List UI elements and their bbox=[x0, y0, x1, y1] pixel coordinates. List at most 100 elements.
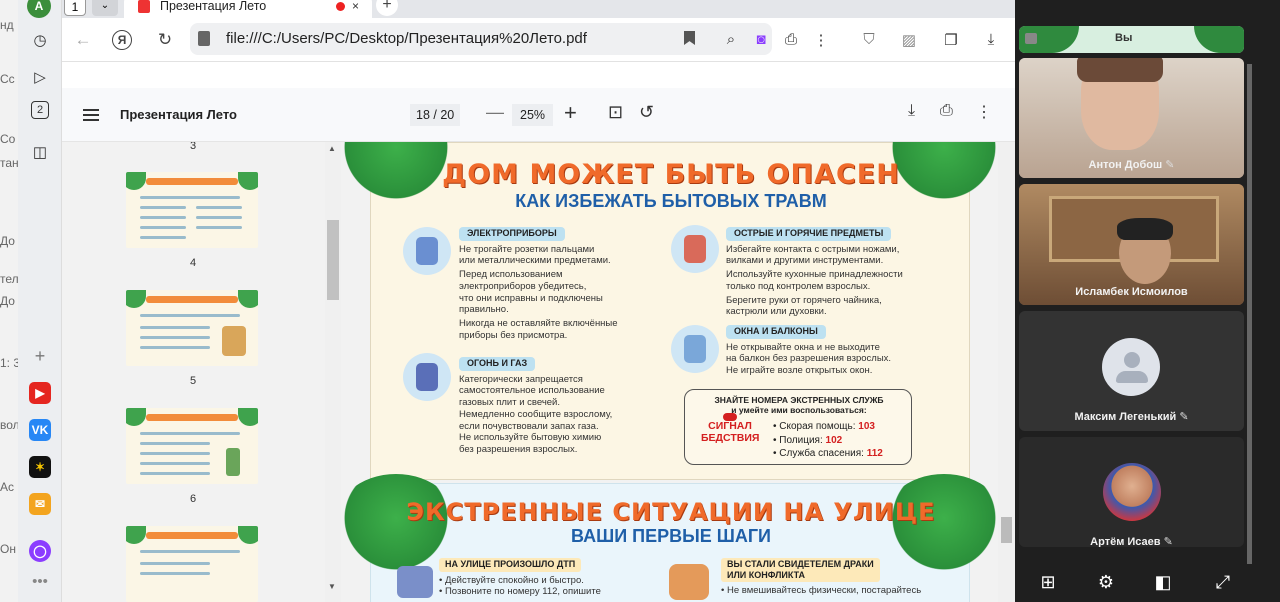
section-line: Не трогайте розетки пальцами bbox=[459, 243, 595, 255]
history-icon[interactable]: ◷ bbox=[27, 27, 53, 53]
search-icon[interactable]: ⌕ bbox=[720, 31, 742, 48]
new-tab-button[interactable]: + bbox=[376, 0, 398, 16]
tab-bar: 1 ⌄ Презентация Лето × + bbox=[62, 0, 1015, 18]
thumb-title-bar bbox=[146, 178, 238, 185]
download-icon[interactable]: ⤓ bbox=[908, 102, 915, 120]
thumbnail-page-6[interactable] bbox=[126, 526, 258, 602]
section-line: Используйте кухонные принадлежности bbox=[726, 269, 903, 281]
play-icon[interactable]: ▷ bbox=[27, 64, 53, 90]
participant-tile[interactable]: Исламбек Исмоилов bbox=[1019, 184, 1244, 305]
thumb-title-bar bbox=[146, 296, 238, 303]
fit-page-icon[interactable]: ⊡ bbox=[608, 102, 623, 123]
menu-dots-icon[interactable]: ⋮ bbox=[810, 31, 832, 49]
thumb-line bbox=[196, 216, 242, 219]
participants-scrollbar[interactable] bbox=[1247, 64, 1252, 564]
scrollbar-thumb[interactable] bbox=[327, 220, 339, 300]
address-bar: ← Я ↻ file:///C:/Users/PC/Desktop/Презен… bbox=[62, 18, 1015, 62]
scrollbar-thumb[interactable] bbox=[1001, 517, 1012, 543]
rotate-icon[interactable]: ↺ bbox=[639, 102, 654, 123]
collections-icon[interactable]: ❐ bbox=[940, 31, 962, 49]
zoom-level[interactable]: 25% bbox=[512, 104, 554, 126]
layout-icon[interactable]: ◧ bbox=[1152, 572, 1174, 593]
heading-line: ИЛИ КОНФЛИКТА bbox=[727, 570, 806, 580]
alice-chat-icon[interactable]: ◙ bbox=[750, 31, 772, 48]
tabs-counter-icon[interactable]: 2 bbox=[31, 101, 49, 119]
background-text: Он bbox=[0, 542, 16, 556]
shared-screen-tile[interactable]: Вы bbox=[1019, 26, 1244, 53]
thumbnail-page-4[interactable] bbox=[126, 290, 258, 366]
section-fire-gas: ОГОНЬ И ГАЗ Категорически запрещается са… bbox=[459, 357, 669, 456]
service-number: 102 bbox=[825, 434, 843, 446]
print-icon[interactable]: ⎙ bbox=[780, 31, 802, 48]
section-line: • Позвоните по номеру 112, опишите bbox=[439, 586, 601, 598]
section-heading: ОСТРЫЕ И ГОРЯЧИЕ ПРЕДМЕТЫ bbox=[726, 227, 892, 241]
background-text: тан bbox=[0, 156, 18, 170]
extension-icon[interactable]: ▨ bbox=[898, 31, 920, 49]
settings-gear-icon[interactable]: ⚙ bbox=[1095, 572, 1117, 593]
pdf-page-area[interactable]: ДОМ МОЖЕТ БЫТЬ ОПАСЕН КАК ИЗБЕЖАТЬ БЫТОВ… bbox=[342, 142, 1015, 602]
participant-tile[interactable]: Максим Легенький ✎ bbox=[1019, 311, 1244, 431]
thumb-line bbox=[140, 562, 210, 565]
scroll-down-icon[interactable]: ▼ bbox=[328, 582, 336, 591]
participant-name: Антон Добош ✎ bbox=[1019, 158, 1244, 171]
tab-presentation[interactable]: Презентация Лето × bbox=[124, 0, 372, 18]
youtube-icon[interactable]: ▶ bbox=[29, 382, 51, 404]
profile-avatar[interactable]: А bbox=[27, 0, 51, 18]
list-item: • Скорая помощь: 103 bbox=[773, 420, 883, 434]
yandex-logo-icon[interactable]: Я bbox=[112, 30, 132, 50]
thumb-title-bar bbox=[146, 414, 238, 421]
print-icon[interactable]: ⎙ bbox=[940, 102, 953, 120]
back-icon[interactable]: ← bbox=[72, 30, 94, 50]
fullscreen-icon[interactable]: ⤢ bbox=[1212, 572, 1234, 593]
scroll-up-icon[interactable]: ▲ bbox=[328, 144, 336, 153]
grid-view-icon[interactable]: ⊞ bbox=[1037, 572, 1059, 593]
page-scrollbar[interactable] bbox=[998, 142, 1015, 602]
thumb-line bbox=[140, 314, 240, 317]
more-icon[interactable]: ••• bbox=[27, 568, 53, 594]
reload-icon[interactable]: ↻ bbox=[154, 30, 176, 50]
section-line: самостоятельное использование bbox=[459, 385, 605, 397]
avatar-head bbox=[1124, 352, 1140, 368]
thumb-line bbox=[140, 336, 210, 339]
thumbnail-scrollbar[interactable]: ▲ ▼ bbox=[325, 142, 341, 602]
page-indicator[interactable]: 18 / 20 bbox=[410, 104, 461, 126]
section-road-accident: НА УЛИЦЕ ПРОИЗОШЛО ДТП • Действуйте спок… bbox=[439, 558, 669, 598]
gas-stove-illustration bbox=[403, 353, 451, 401]
shield-icon[interactable]: ⛉ bbox=[858, 31, 880, 48]
url-field[interactable]: file:///C:/Users/PC/Desktop/Презентация%… bbox=[190, 23, 772, 55]
section-line: • Не вмешивайтесь физически, постарайтес… bbox=[721, 585, 922, 596]
current-page[interactable]: 18 bbox=[416, 108, 430, 122]
bookmark-icon[interactable] bbox=[684, 31, 695, 45]
scrollbar-thumb[interactable] bbox=[1247, 64, 1252, 564]
background-text: До bbox=[0, 294, 15, 308]
screenshot-icon[interactable]: ◫ bbox=[27, 139, 53, 165]
add-icon[interactable]: + bbox=[27, 343, 53, 369]
thumb-line bbox=[196, 206, 242, 209]
more-options-icon[interactable]: ⋮ bbox=[976, 102, 992, 122]
participant-tile[interactable]: Артём Исаев ✎ bbox=[1019, 437, 1244, 547]
zen-icon[interactable]: ✶ bbox=[29, 456, 51, 478]
vk-icon[interactable]: VK bbox=[29, 419, 51, 441]
section-line: или металлическими предметами. bbox=[459, 255, 611, 267]
mail-icon[interactable]: ✉ bbox=[29, 493, 51, 515]
section-line: • Действуйте спокойно и быстро. bbox=[439, 574, 584, 586]
close-tab-icon[interactable]: × bbox=[352, 0, 359, 16]
tab-group-number[interactable]: 1 bbox=[64, 0, 86, 16]
download-icon[interactable]: ⤓ bbox=[980, 31, 1002, 48]
recording-indicator-icon bbox=[336, 2, 345, 11]
section-line: Никогда не оставляйте включённые bbox=[459, 317, 618, 329]
participant-tile[interactable]: Антон Добош ✎ bbox=[1019, 58, 1244, 178]
background-text: Сс bbox=[0, 72, 15, 86]
video-call-panel: Вы Антон Добош ✎ Исламбек Исмоилов Макси… bbox=[1015, 0, 1280, 602]
section-heading: ВЫ СТАЛИ СВИДЕТЕЛЕМ ДРАКИ ИЛИ КОНФЛИКТА bbox=[721, 558, 880, 582]
alice-icon[interactable]: ◯ bbox=[29, 540, 51, 562]
thumb-line bbox=[140, 216, 186, 219]
menu-icon[interactable] bbox=[83, 109, 99, 121]
thumbnail-number: 3 bbox=[189, 142, 197, 152]
zoom-in-icon[interactable]: + bbox=[564, 100, 577, 126]
chevron-down-icon[interactable]: ⌄ bbox=[92, 0, 118, 16]
zoom-out-icon[interactable]: — bbox=[486, 102, 504, 123]
thumbnail-page-3[interactable] bbox=[126, 172, 258, 248]
thumbnail-page-5[interactable] bbox=[126, 408, 258, 484]
section-line: Не играйте возле открытых окон. bbox=[726, 365, 873, 377]
